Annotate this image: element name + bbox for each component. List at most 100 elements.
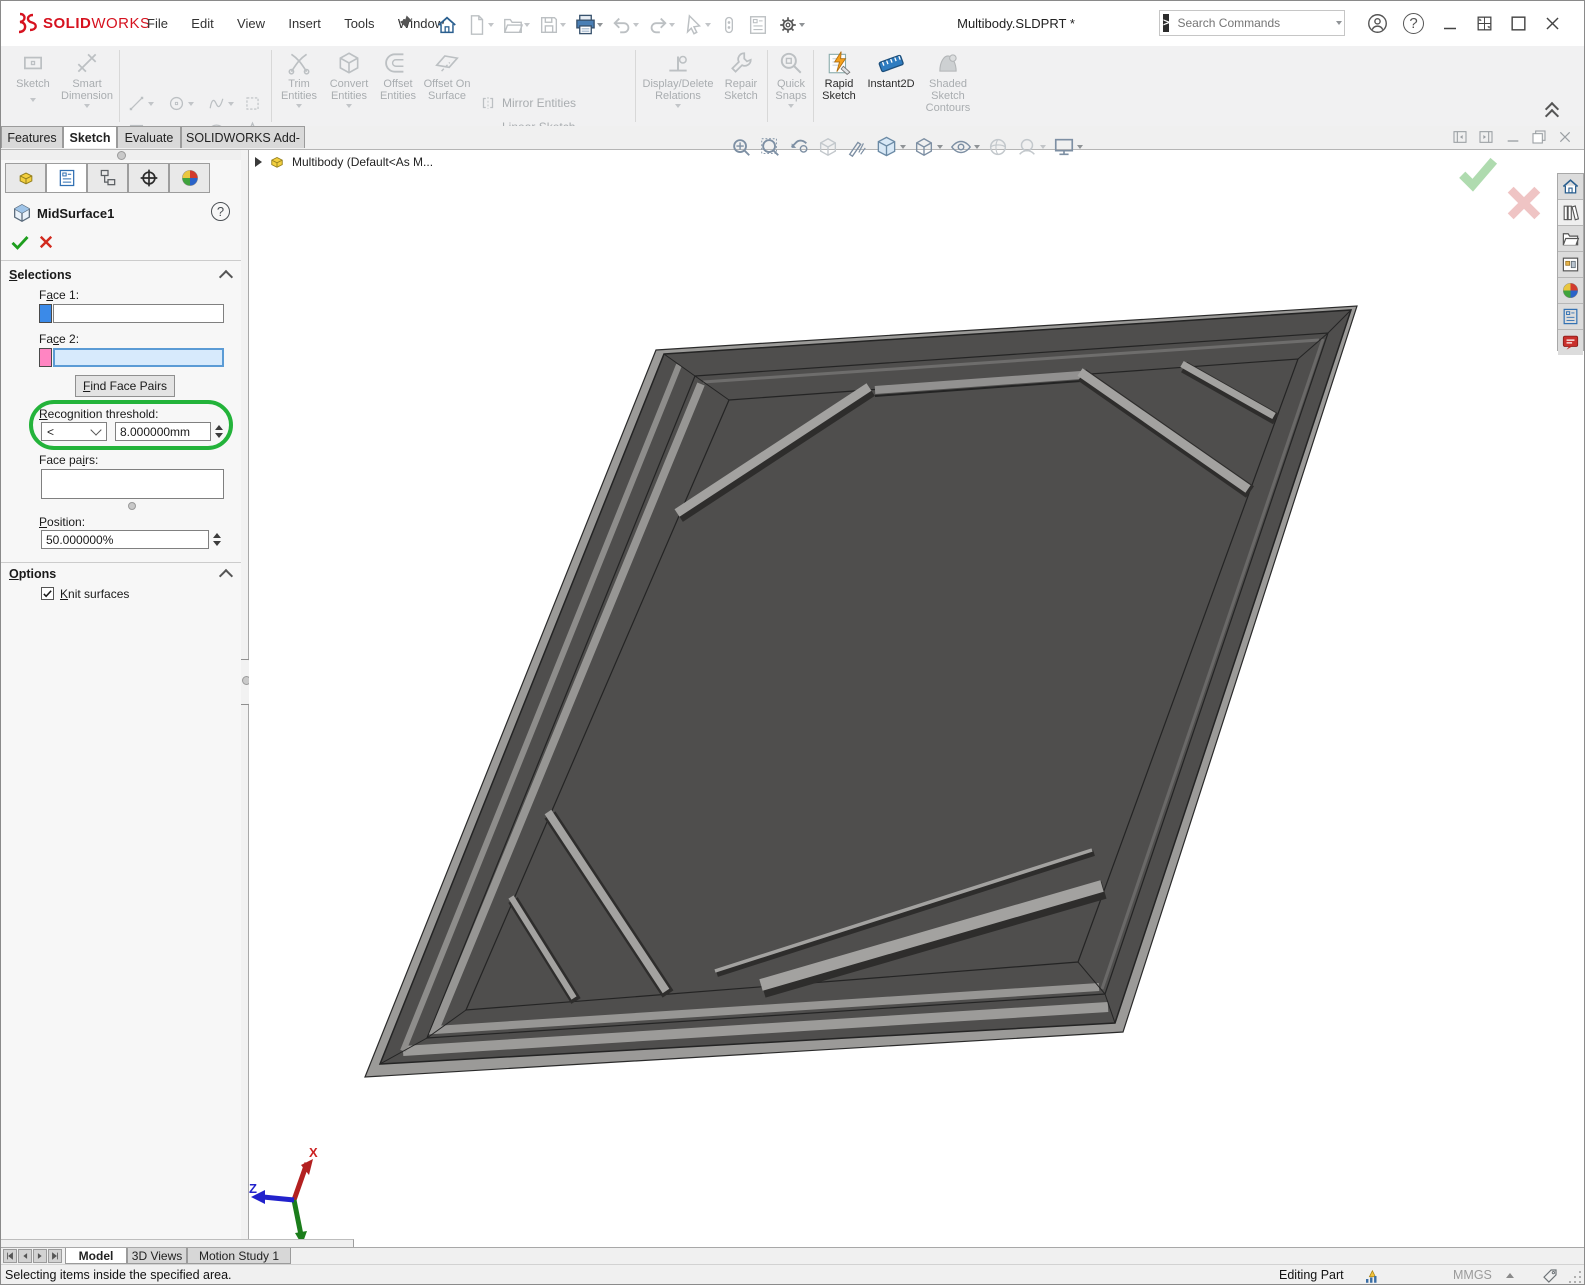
configuration-manager-tab[interactable] xyxy=(87,163,128,193)
view-palette-icon[interactable] xyxy=(1558,252,1583,278)
face2-input[interactable] xyxy=(53,348,224,367)
new-document-icon[interactable] xyxy=(463,12,497,38)
options-gear-icon[interactable] xyxy=(774,12,808,38)
tab-sketch[interactable]: Sketch xyxy=(63,126,117,148)
first-tab-icon[interactable] xyxy=(3,1249,17,1263)
next-tab-icon[interactable] xyxy=(33,1249,47,1263)
cascade-icon[interactable] xyxy=(1475,14,1494,33)
selections-collapse-icon[interactable] xyxy=(221,272,231,282)
knit-surfaces-checkbox[interactable] xyxy=(41,587,54,600)
units-caret-icon[interactable] xyxy=(1506,1273,1514,1278)
feature-manager-tab[interactable] xyxy=(5,163,46,193)
pin-menu-button[interactable] xyxy=(395,13,415,33)
dimxpert-manager-tab[interactable] xyxy=(128,163,169,193)
doc-close-icon[interactable] xyxy=(1557,129,1573,145)
pm-ok-button[interactable] xyxy=(9,232,31,252)
instant2d-button[interactable]: Instant2D xyxy=(863,50,919,90)
position-spinner[interactable] xyxy=(211,530,223,549)
property-manager-tab[interactable] xyxy=(46,163,87,193)
menu-edit[interactable]: Edit xyxy=(181,1,223,46)
menu-tools[interactable]: Tools xyxy=(334,1,384,46)
magnet-icon[interactable] xyxy=(716,13,742,37)
maximize-icon[interactable] xyxy=(1509,14,1528,33)
file-explorer-icon[interactable] xyxy=(1558,226,1583,252)
sketch-button[interactable]: Sketch xyxy=(9,50,57,102)
mirror-entities-button[interactable]: Mirror Entities xyxy=(479,94,576,112)
select-cursor-icon[interactable] xyxy=(680,12,714,38)
offset-on-surface-button[interactable]: Offset On Surface xyxy=(421,50,473,102)
menu-view[interactable]: View xyxy=(227,1,275,46)
tab-solidworks-add-ins[interactable]: SOLIDWORKS Add-Ins xyxy=(181,126,305,148)
find-face-pairs-button[interactable]: Find Face Pairs xyxy=(75,375,175,397)
next-window-icon[interactable] xyxy=(1478,129,1494,145)
shaded-sketch-contours-button[interactable]: Shaded Sketch Contours xyxy=(921,50,975,114)
tab-3d-views[interactable]: 3D Views xyxy=(127,1248,187,1264)
home-icon[interactable] xyxy=(433,12,461,38)
document-properties-icon[interactable] xyxy=(744,12,772,38)
options-collapse-icon[interactable] xyxy=(221,571,231,581)
pm-cancel-button[interactable] xyxy=(37,233,55,251)
previous-window-icon[interactable] xyxy=(1452,129,1468,145)
close-icon[interactable] xyxy=(1543,14,1562,33)
menu-insert[interactable]: Insert xyxy=(278,1,331,46)
face-pairs-resize-handle[interactable] xyxy=(128,502,136,510)
open-icon[interactable] xyxy=(499,12,533,38)
offset-entities-button[interactable]: Offset Entities xyxy=(375,50,421,102)
trim-patch-tool[interactable] xyxy=(243,94,262,113)
circle-tool[interactable] xyxy=(167,94,194,113)
home-icon[interactable] xyxy=(1558,174,1583,200)
quick-snaps-button[interactable]: Quick Snaps xyxy=(771,50,811,108)
previous-tab-icon[interactable] xyxy=(18,1249,32,1263)
print-icon[interactable] xyxy=(571,11,606,38)
search-commands-input[interactable] xyxy=(1175,15,1334,31)
tab-features[interactable]: Features xyxy=(1,126,63,148)
face-pairs-listbox[interactable] xyxy=(41,469,224,499)
selections-group-header[interactable]: Selections xyxy=(9,268,72,282)
task-pane xyxy=(1557,173,1584,351)
rebuild-status-icon[interactable] xyxy=(1363,1267,1381,1285)
face1-input[interactable] xyxy=(53,304,224,323)
help-icon[interactable]: ? xyxy=(1403,13,1424,34)
trim-entities-button[interactable]: Trim Entities xyxy=(275,50,323,108)
units-selector[interactable]: MMGS xyxy=(1453,1268,1492,1282)
doc-minimize-icon[interactable] xyxy=(1505,129,1521,145)
user-account-icon[interactable] xyxy=(1367,13,1388,34)
tab-evaluate[interactable]: Evaluate xyxy=(117,126,181,148)
recognition-threshold-spinner[interactable] xyxy=(213,422,225,441)
forum-icon[interactable] xyxy=(1558,330,1583,355)
search-scope-caret[interactable] xyxy=(1336,21,1342,25)
recognition-operator-select[interactable]: < xyxy=(41,422,107,441)
convert-entities-button[interactable]: Convert Entities xyxy=(323,50,375,108)
last-tab-icon[interactable] xyxy=(48,1249,62,1263)
save-icon[interactable] xyxy=(535,12,569,38)
redo-icon[interactable] xyxy=(644,12,678,38)
repair-sketch-button[interactable]: Repair Sketch xyxy=(717,50,765,102)
pm-help-icon[interactable]: ? xyxy=(211,202,230,221)
options-group-header[interactable]: Options xyxy=(9,567,56,581)
appearances-icon[interactable] xyxy=(1558,278,1583,304)
rapid-sketch-button[interactable]: Rapid Sketch xyxy=(817,50,861,102)
display-delete-relations-button[interactable]: Display/Delete Relations xyxy=(639,50,717,108)
custom-properties-icon[interactable] xyxy=(1558,304,1583,330)
line-tool[interactable] xyxy=(127,94,154,113)
smart-dimension-button[interactable]: Smart Dimension xyxy=(58,50,116,108)
orientation-triad[interactable]: X Y Z xyxy=(249,1145,349,1250)
menu-file[interactable]: File xyxy=(137,1,178,46)
position-input[interactable] xyxy=(41,530,209,549)
ribbon-pin-icon[interactable] xyxy=(1547,104,1557,121)
undo-icon[interactable] xyxy=(608,12,642,38)
tab-motion-study-1[interactable]: Motion Study 1 xyxy=(187,1248,291,1264)
doc-restore-icon[interactable] xyxy=(1531,129,1547,145)
display-manager-tab[interactable] xyxy=(169,163,210,193)
design-library-icon[interactable] xyxy=(1558,200,1583,226)
knit-surfaces-label[interactable]: Knit surfaces xyxy=(60,587,129,601)
tab-model[interactable]: Model xyxy=(65,1248,127,1264)
horizontal-scrollbar[interactable] xyxy=(1,1239,354,1247)
spline-tool[interactable] xyxy=(207,94,234,113)
resize-grip[interactable] xyxy=(1569,1271,1581,1283)
model-midsurface-part[interactable] xyxy=(249,150,1585,1247)
recognition-threshold-input[interactable] xyxy=(115,422,211,441)
graphics-viewport[interactable]: Multibody (Default<As M... xyxy=(249,150,1585,1247)
minimize-icon[interactable] xyxy=(1441,15,1459,33)
tag-icon[interactable] xyxy=(1541,1267,1559,1285)
